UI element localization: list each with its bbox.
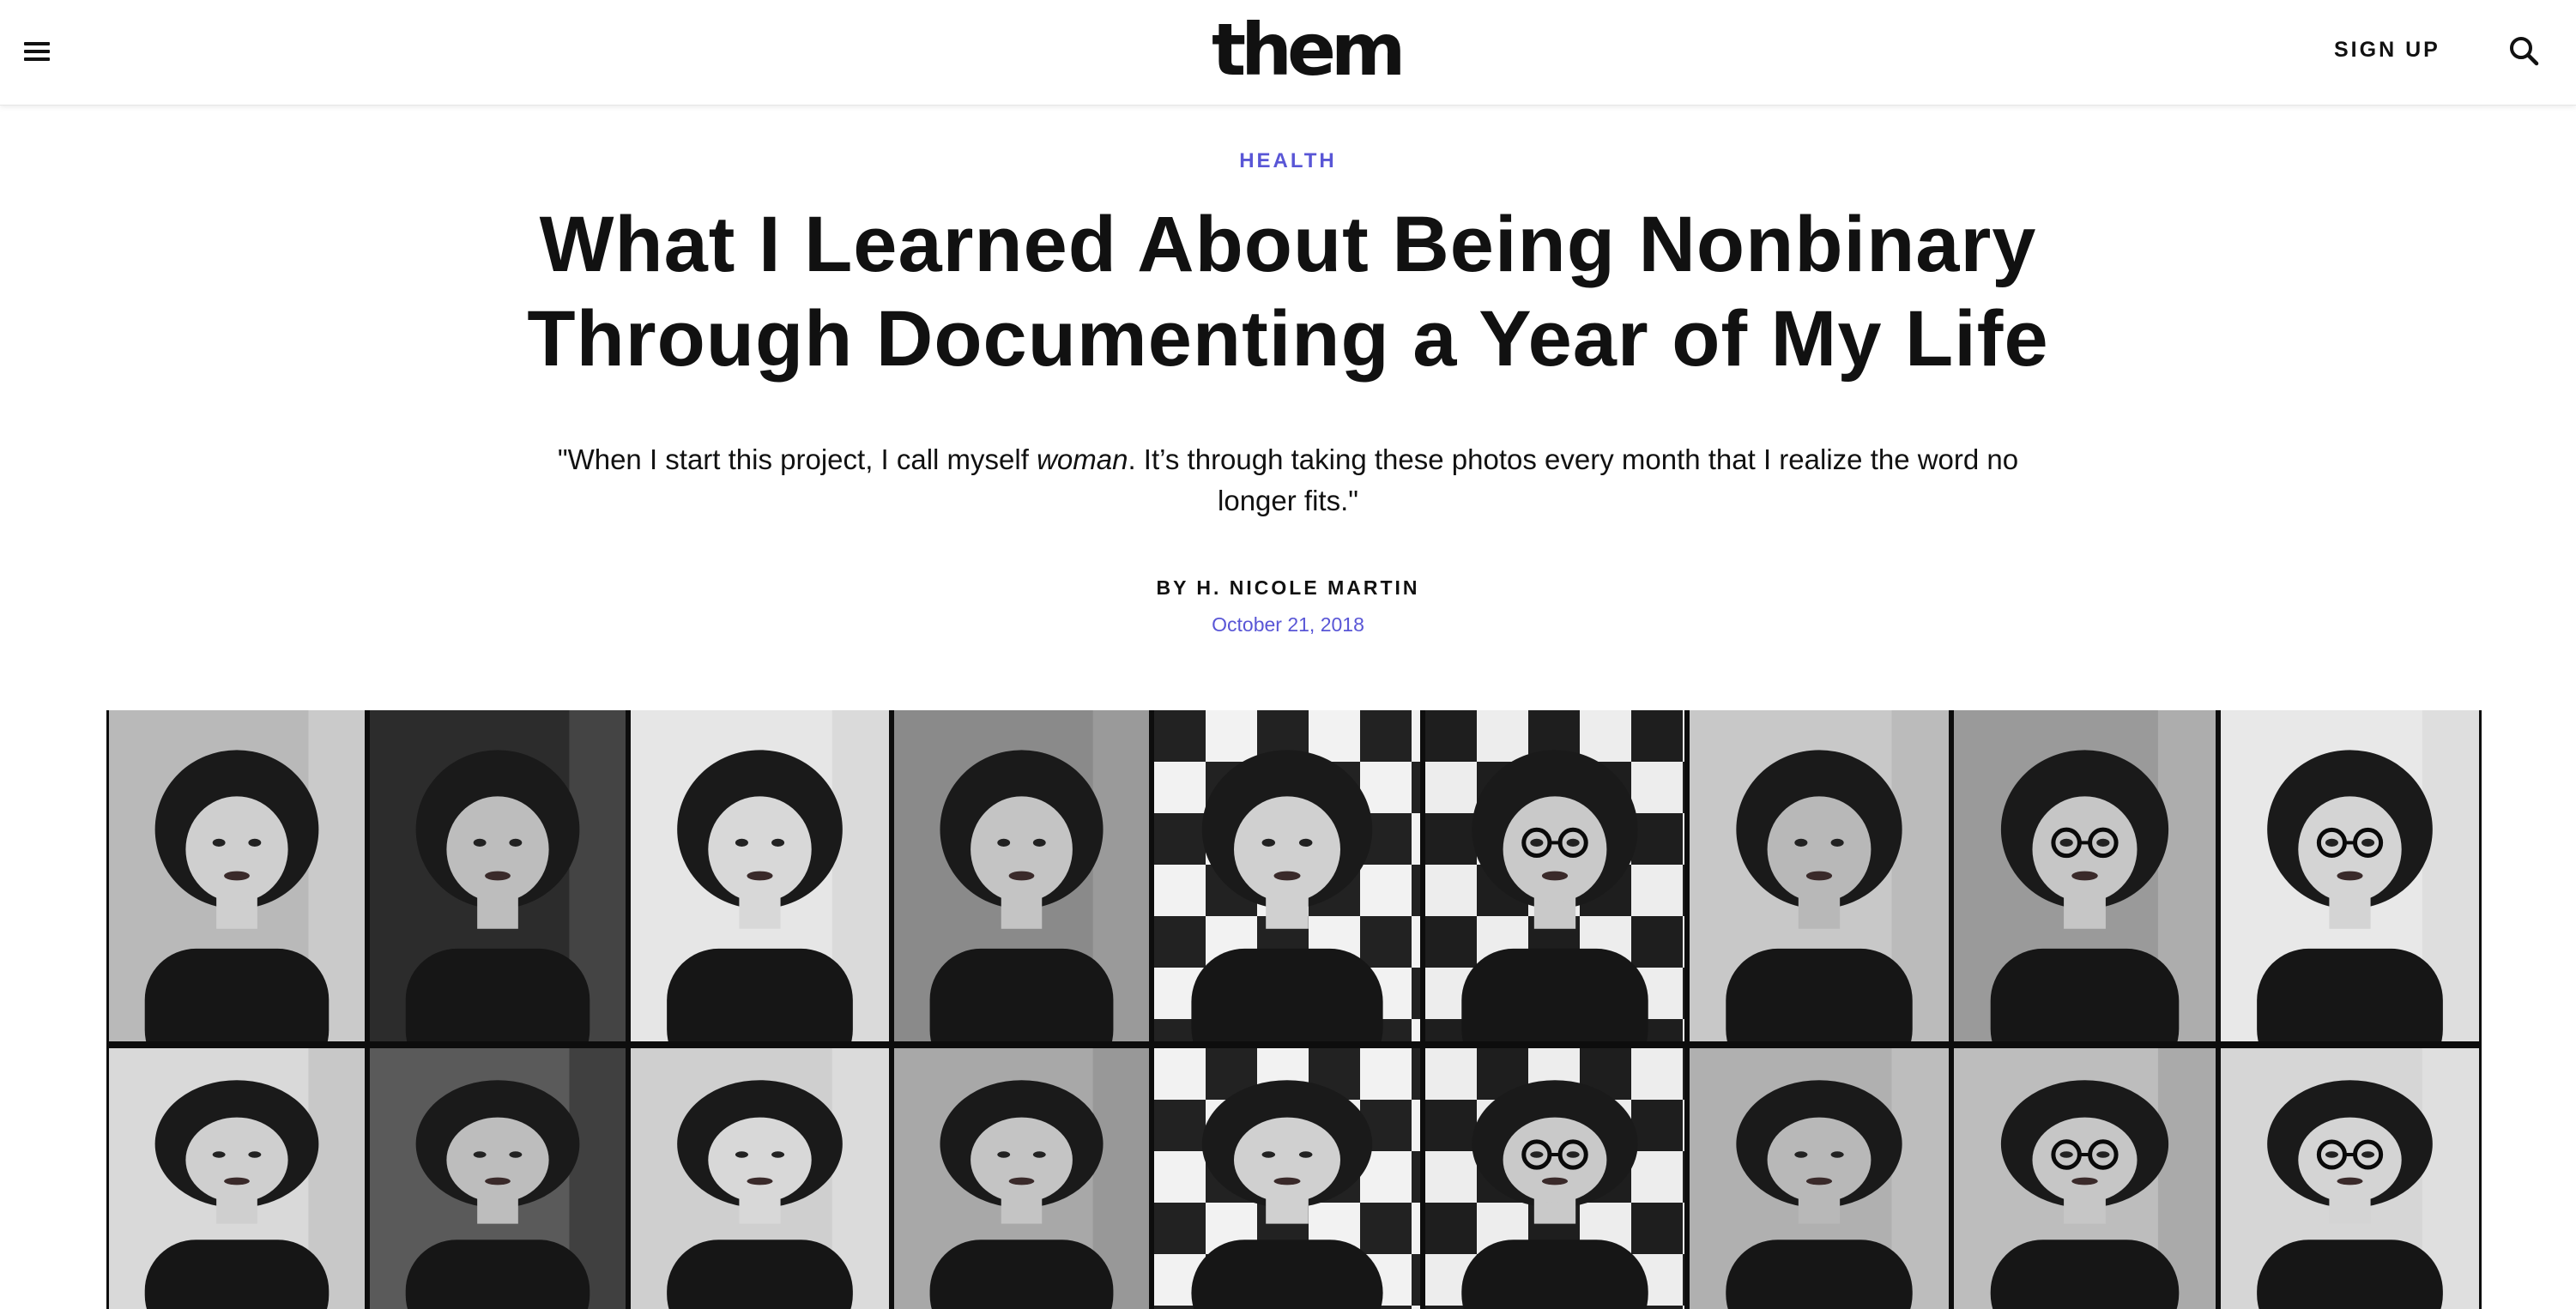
- photo-booth-frame: [1954, 1048, 2216, 1309]
- title-line-2: Through Documenting a Year of My Life: [527, 295, 2049, 383]
- publish-date: October 21, 2018: [1212, 613, 1364, 636]
- byline-prefix: BY: [1156, 576, 1197, 599]
- photo-strip: [1152, 710, 1423, 1309]
- author-link[interactable]: H. NICOLE MARTIN: [1196, 576, 1419, 599]
- photo-booth-frame: [1154, 710, 1420, 1041]
- magnifier-icon[interactable]: [2506, 33, 2543, 70]
- sign-up-button[interactable]: SIGN UP: [2334, 34, 2440, 65]
- menu-bar: [24, 57, 50, 61]
- dek-text-end: . It’s through taking these photos every…: [1128, 443, 2019, 516]
- photo-booth-frame: [631, 710, 889, 1041]
- photo-booth-frame: [1690, 710, 1949, 1041]
- article-title: What I Learned About Being Nonbinary Thr…: [516, 197, 2060, 386]
- photo-strip: [2218, 710, 2482, 1309]
- photo-booth-frame: [1690, 1048, 1949, 1309]
- dek-text-start: "When I start this project, I call mysel…: [557, 443, 1037, 475]
- photo-booth-frame: [109, 710, 365, 1041]
- photo-booth-frame: [894, 1048, 1149, 1309]
- photo-strip: [367, 710, 628, 1309]
- hero-photo-booth-image: [106, 710, 2482, 1309]
- photo-strip: [1951, 710, 2218, 1309]
- menu-bar: [24, 42, 50, 45]
- photo-booth-frame: [1425, 710, 1684, 1041]
- photo-strip: [628, 710, 892, 1309]
- photo-booth-frame: [631, 1048, 889, 1309]
- dek-emphasis: woman: [1037, 443, 1128, 475]
- photo-booth-frame: [1954, 710, 2216, 1041]
- title-line-1: What I Learned About Being Nonbinary: [539, 201, 2037, 288]
- photo-strip: [1687, 710, 1951, 1309]
- photo-booth-frame: [370, 710, 626, 1041]
- site-header: them SIGN UP: [0, 0, 2576, 106]
- photo-booth-frame: [1154, 1048, 1420, 1309]
- photo-booth-frame: [1425, 1048, 1684, 1309]
- photo-strip: [1423, 710, 1687, 1309]
- byline: BY H. NICOLE MARTIN: [1031, 576, 1545, 600]
- section-link[interactable]: HEALTH: [1202, 149, 1374, 173]
- photo-booth-frame: [370, 1048, 626, 1309]
- photo-booth-frame: [2221, 1048, 2479, 1309]
- site-logo[interactable]: them: [1212, 7, 1406, 93]
- photo-strip: [106, 710, 367, 1309]
- photo-booth-frame: [2221, 710, 2479, 1041]
- menu-bar: [24, 50, 50, 53]
- article-dek: "When I start this project, I call mysel…: [524, 439, 2052, 522]
- hamburger-menu-icon[interactable]: [19, 33, 57, 70]
- photo-strip: [892, 710, 1152, 1309]
- photo-booth-frame: [894, 710, 1149, 1041]
- photo-booth-frame: [109, 1048, 365, 1309]
